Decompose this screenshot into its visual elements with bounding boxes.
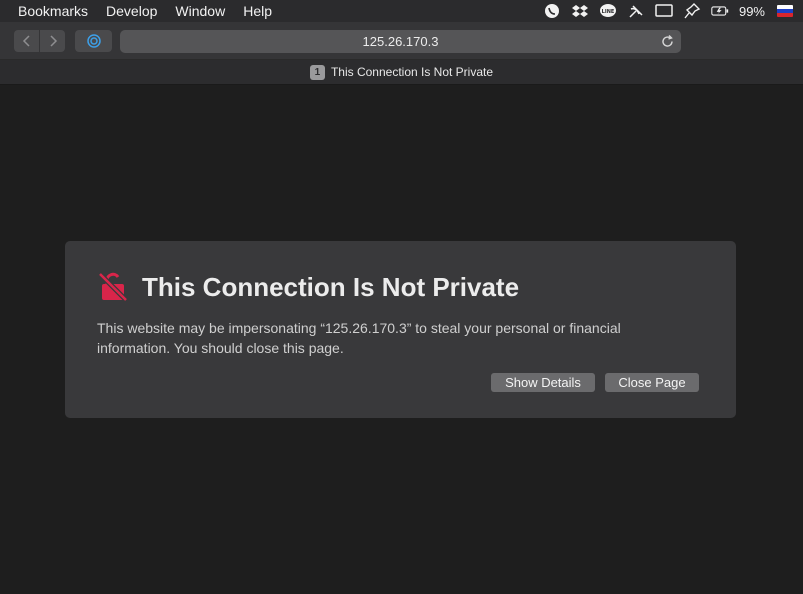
close-page-button[interactable]: Close Page — [605, 373, 699, 392]
menu-help[interactable]: Help — [243, 3, 272, 19]
dropbox-icon[interactable] — [571, 3, 589, 19]
menu-bar: Bookmarks Develop Window Help LINE 99% — [0, 0, 803, 22]
tab-bar: 1 This Connection Is Not Private — [0, 60, 803, 85]
battery-percent: 99% — [738, 3, 765, 19]
battery-icon[interactable] — [711, 3, 729, 19]
viber-icon[interactable] — [543, 3, 561, 19]
chevron-left-icon — [22, 35, 30, 47]
browser-toolbar: 125.26.170.3 — [0, 22, 803, 60]
russian-flag-icon[interactable] — [777, 5, 793, 17]
warning-card: This Connection Is Not Private This webs… — [65, 241, 736, 418]
forward-button[interactable] — [40, 30, 65, 52]
menu-develop[interactable]: Develop — [106, 3, 157, 19]
menu-bookmarks[interactable]: Bookmarks — [18, 3, 88, 19]
sidebar-icon — [86, 34, 101, 48]
address-text: 125.26.170.3 — [362, 34, 439, 49]
pin-icon[interactable] — [683, 3, 701, 19]
svg-text:LINE: LINE — [602, 9, 615, 15]
tab-title[interactable]: This Connection Is Not Private — [331, 65, 493, 79]
warning-message: This website may be impersonating “125.2… — [97, 320, 621, 356]
show-details-button[interactable]: Show Details — [491, 373, 595, 392]
address-bar[interactable]: 125.26.170.3 — [120, 30, 681, 53]
back-button[interactable] — [14, 30, 39, 52]
status-area: LINE 99% — [543, 0, 803, 22]
line-icon[interactable]: LINE — [599, 3, 617, 19]
menu-window[interactable]: Window — [175, 3, 225, 19]
display-icon[interactable] — [655, 3, 673, 19]
chevron-right-icon — [49, 35, 57, 47]
reload-icon[interactable] — [660, 34, 675, 49]
warning-title: This Connection Is Not Private — [142, 272, 520, 302]
tab-count-badge[interactable]: 1 — [309, 64, 325, 80]
satellite-icon[interactable] — [627, 3, 645, 19]
sidebar-button[interactable] — [75, 30, 112, 52]
broken-lock-icon — [98, 272, 128, 302]
